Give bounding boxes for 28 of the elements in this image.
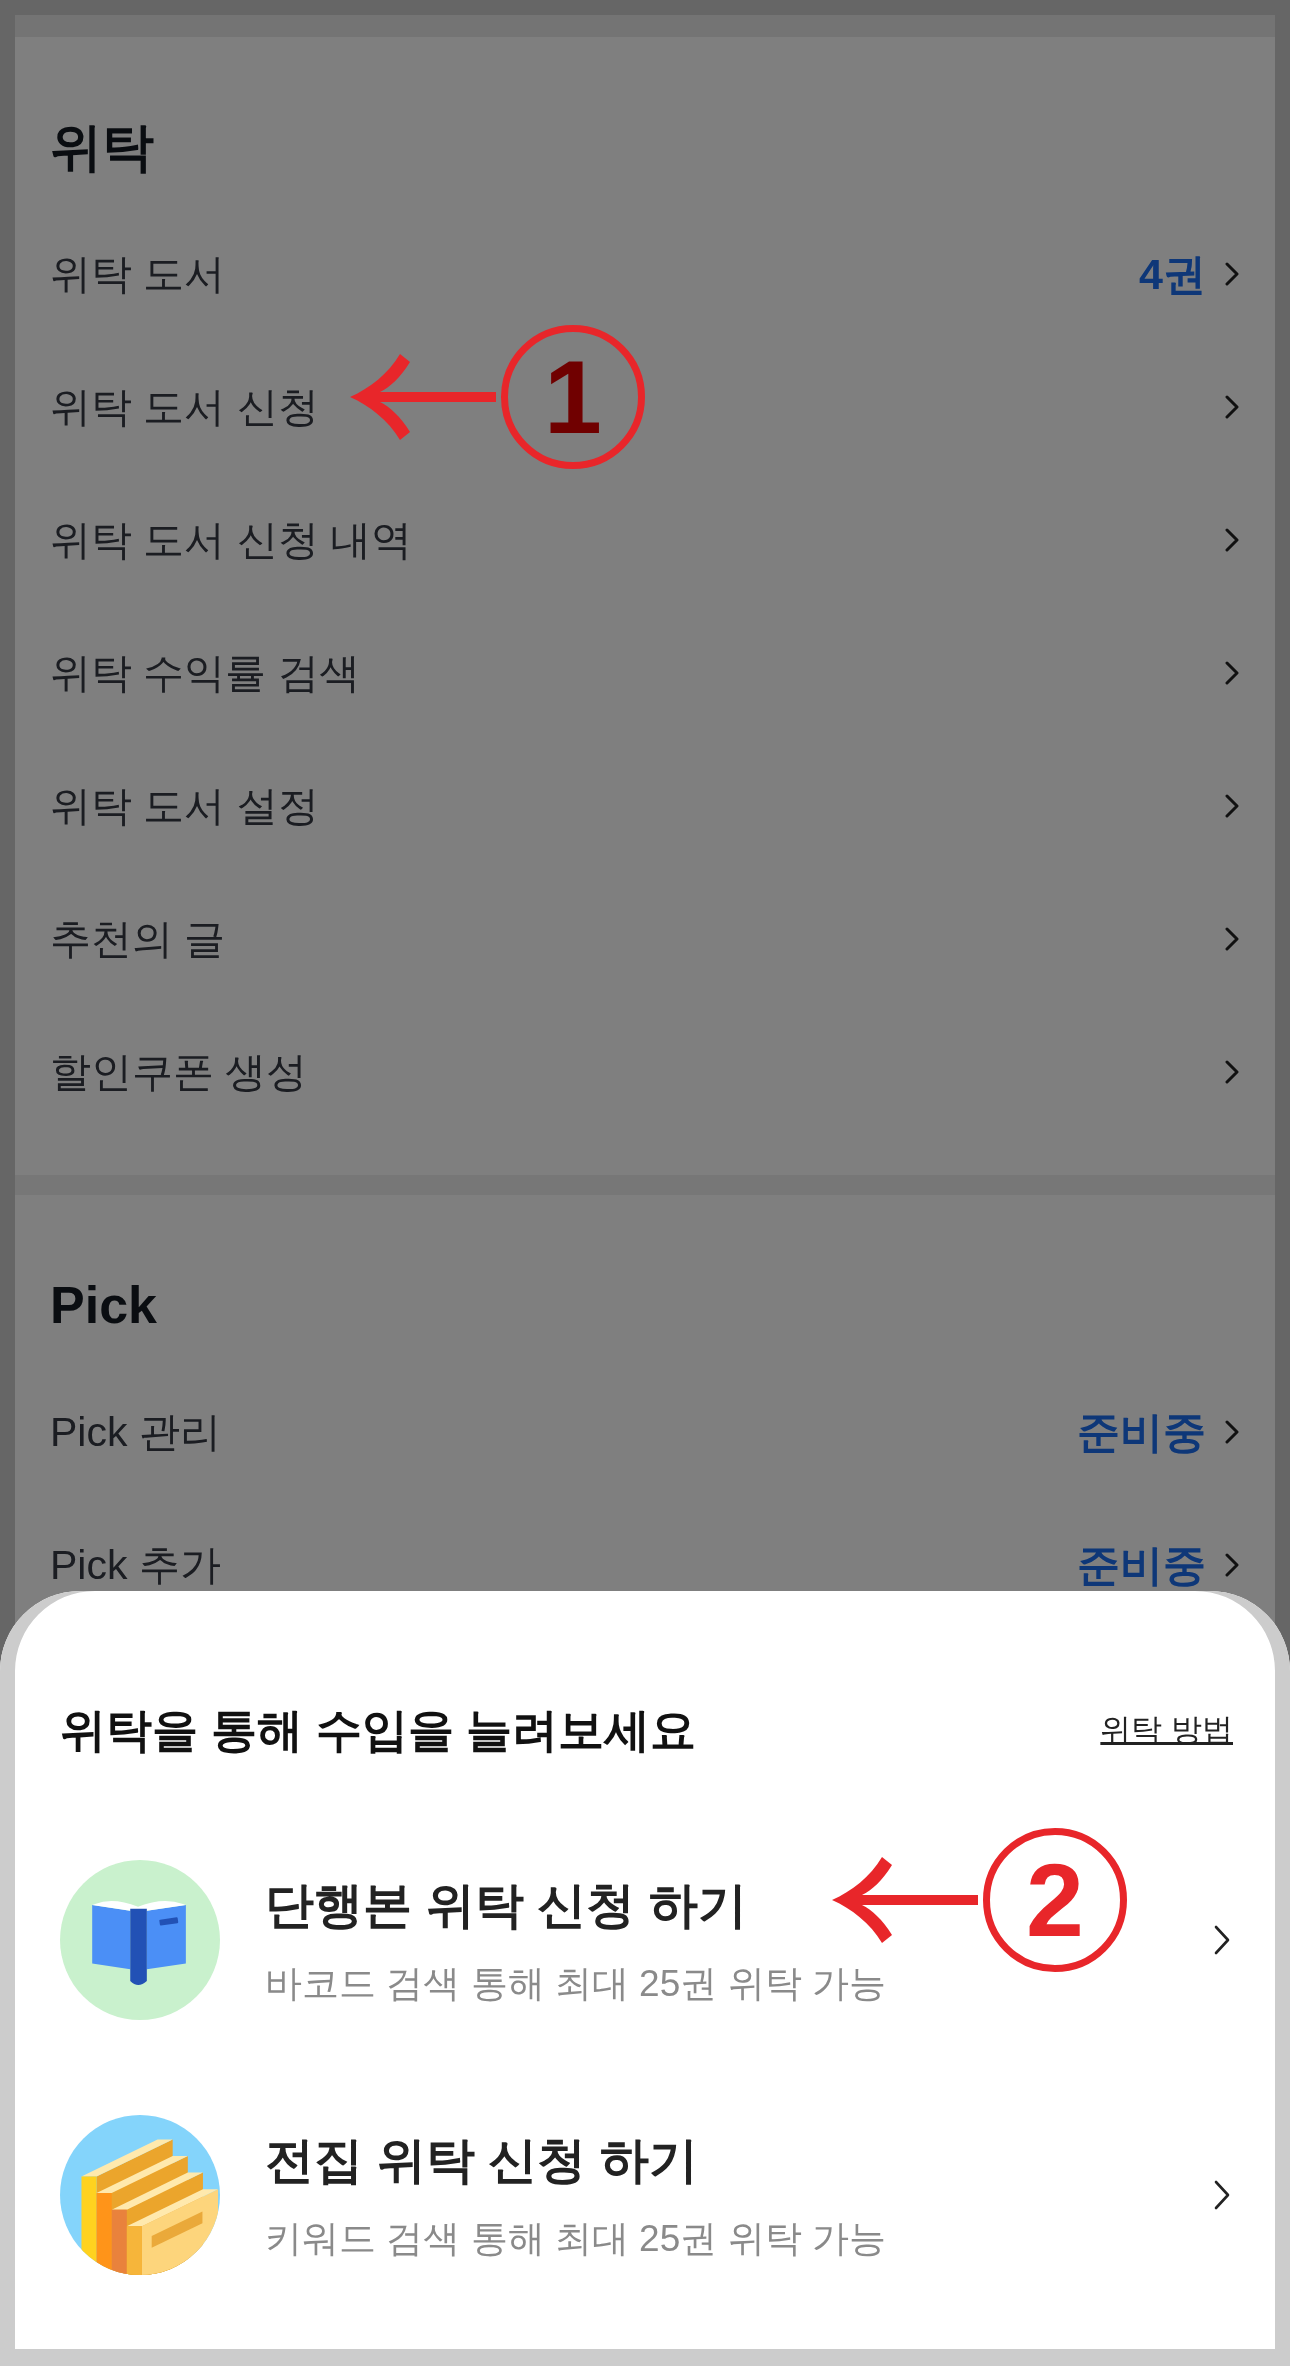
menu-item[interactable]: 위탁 도서 신청 xyxy=(50,380,319,433)
menu-item[interactable]: 추천의 글 xyxy=(50,912,226,965)
menu-value: 준비중 xyxy=(1077,1539,1206,1591)
sheet-title: 위탁을 통해 수입을 늘려보세요 xyxy=(60,1705,697,1755)
step-number: 2 xyxy=(982,1828,1127,1972)
step-number: 1 xyxy=(500,324,645,469)
section-title: 위탁 xyxy=(50,117,155,177)
guide-link[interactable]: 위탁 방법 xyxy=(1100,1710,1233,1750)
left-arrow-icon xyxy=(831,1855,978,1945)
section-title: Pick xyxy=(50,1275,158,1335)
menu-item[interactable]: 위탁 도서 설정 xyxy=(50,779,319,832)
book-stack-icon xyxy=(60,2115,220,2275)
menu-item[interactable]: 위탁 수익률 검색 xyxy=(50,646,360,699)
chevron-right-icon[interactable] xyxy=(1214,2180,1230,2210)
menu-item[interactable]: Pick 추가 xyxy=(50,1538,221,1591)
menu-value: 4권 xyxy=(1139,248,1206,300)
option-title[interactable]: 단행본 위탁 신청 하기 xyxy=(265,1873,747,1937)
menu-item[interactable]: 할인쿠폰 생성 xyxy=(50,1045,308,1098)
menu-item[interactable]: 위탁 도서 신청 내역 xyxy=(50,513,413,566)
option-description: 바코드 검색 통해 최대 25권 위탁 가능 xyxy=(265,1962,887,2006)
option-title[interactable]: 전집 위탁 신청 하기 xyxy=(265,2128,698,2192)
menu-item[interactable]: Pick 관리 xyxy=(50,1405,221,1458)
option-description: 키워드 검색 통해 최대 25권 위탁 가능 xyxy=(265,2217,886,2261)
menu-item[interactable]: 위탁 도서 xyxy=(50,247,226,300)
book-icon xyxy=(60,1860,220,2020)
chevron-right-icon[interactable] xyxy=(1214,1925,1230,1955)
menu-value: 준비중 xyxy=(1077,1406,1206,1458)
left-arrow-icon xyxy=(349,351,496,442)
